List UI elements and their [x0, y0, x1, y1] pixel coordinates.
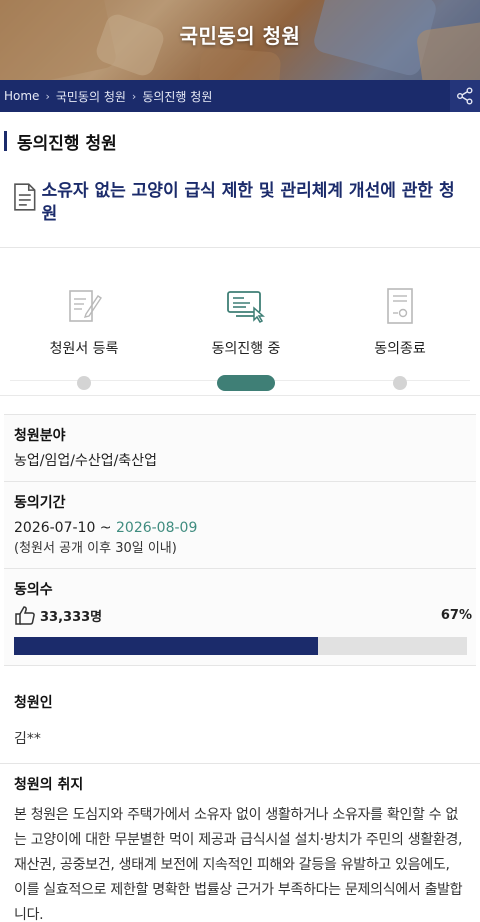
hero-banner: 국민동의 청원 — [0, 0, 480, 80]
document-icon — [14, 183, 36, 211]
petition-title: 소유자 없는 고양이 급식 제한 및 관리체계 개선에 관한 청원 — [41, 181, 455, 224]
count-line: 33,333명 67% — [14, 605, 472, 625]
consent-progress-fill — [14, 637, 318, 655]
petitioner-label: 청원인 — [14, 695, 53, 711]
step-active-indicator — [217, 375, 275, 391]
field-label: 청원분야 — [14, 428, 66, 444]
period-label: 동의기간 — [14, 495, 66, 511]
step-dot — [77, 376, 91, 390]
step-closed: 동의종료 — [340, 282, 460, 390]
thumbs-up-icon[interactable] — [14, 605, 36, 625]
pen-document-icon — [69, 290, 102, 322]
petition-info: 청원분야 농업/임업/수산업/축산업 동의기간 2026-07-10 ~ 202… — [0, 414, 480, 666]
info-row-period: 동의기간 2026-07-10 ~ 2026-08-09 (청원서 공개 이후 … — [4, 482, 476, 569]
heading-accent-bar — [4, 131, 7, 151]
step-dot — [393, 376, 407, 390]
chevron-right-icon: › — [45, 89, 50, 103]
count-label: 동의수 — [14, 582, 53, 598]
period-start: 2026-07-10 ~ — [14, 520, 116, 536]
breadcrumb-petitions[interactable]: 국민동의 청원 — [56, 88, 126, 105]
step-label: 동의종료 — [374, 341, 426, 357]
count-percent: 67% — [440, 607, 472, 623]
share-icon — [457, 87, 473, 105]
certificate-icon — [387, 288, 413, 324]
consent-progress-bar — [14, 637, 467, 655]
hero-title: 국민동의 청원 — [179, 24, 301, 48]
share-button[interactable] — [450, 80, 480, 112]
section-title: 동의진행 청원 — [17, 133, 117, 154]
section-heading: 동의진행 청원 — [0, 112, 480, 170]
step-label: 동의진행 중 — [211, 341, 281, 357]
breadcrumb-home[interactable]: Home — [4, 89, 39, 103]
purpose-label: 청원의 취지 — [14, 777, 84, 793]
petitioner-section: 청원인 김** — [0, 666, 480, 764]
purpose-text: 본 청원은 도심지와 주택가에서 소유자 없이 생활하거나 소유자를 확인할 수… — [14, 807, 463, 922]
chevron-right-icon: › — [131, 89, 137, 103]
step-in-progress: 동의진행 중 — [186, 282, 306, 391]
count-value: 33,333명 — [40, 609, 103, 625]
step-registered: 청원서 등록 — [24, 282, 144, 390]
computer-clicking-icon — [227, 291, 265, 323]
breadcrumb: Home › 국민동의 청원 › 동의진행 청원 — [0, 80, 480, 112]
period-value: 2026-07-10 ~ 2026-08-09 — [14, 518, 466, 539]
field-value: 농업/임업/수산업/축산업 — [14, 453, 157, 469]
step-label: 청원서 등록 — [49, 341, 119, 357]
info-row-count: 동의수 33,333명 67% — [4, 569, 476, 666]
petitioner-name: 김** — [14, 731, 41, 747]
info-row-field: 청원분야 농업/임업/수산업/축산업 — [4, 414, 476, 482]
petition-title-block: 소유자 없는 고양이 급식 제한 및 관리체계 개선에 관한 청원 — [0, 170, 480, 248]
progress-steps: 청원서 등록 동의진행 중 동의종료 — [0, 248, 480, 396]
purpose-section: 청원의 취지 본 청원은 도심지와 주택가에서 소유자 없이 생활하거나 소유자… — [0, 764, 480, 922]
period-note: (청원서 공개 이후 30일 이내) — [14, 541, 177, 556]
breadcrumb-current[interactable]: 동의진행 청원 — [142, 88, 212, 105]
period-end: 2026-08-09 — [116, 520, 198, 536]
